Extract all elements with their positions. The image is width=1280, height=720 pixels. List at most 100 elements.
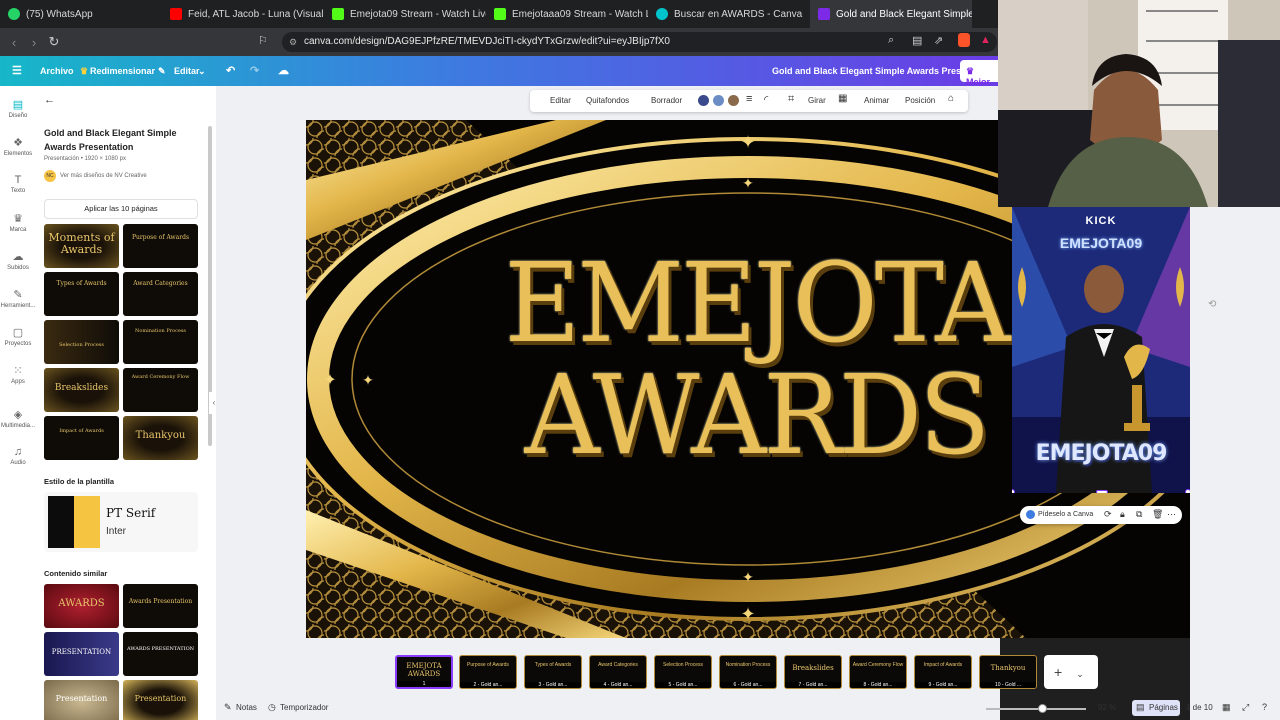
similar-thumb[interactable]: PRESENTATION [44,632,119,676]
crop-icon[interactable]: ⌗ [788,93,794,106]
replace-icon[interactable]: ⟳ [1104,509,1112,520]
template-thumb[interactable]: Selection Process [44,320,119,364]
apply-all-pages-button[interactable]: Aplicar las 10 páginas [44,199,198,219]
file-menu[interactable]: Archivo [40,66,74,76]
page-thumb[interactable]: Award Categories 4 - Gold an... [589,655,647,689]
browser-tab[interactable]: Emejotaaa09 Stream - Watch Live on [486,0,648,28]
fullscreen-icon[interactable]: ⤢ [1242,702,1249,713]
rail-item-audio[interactable]: ♫ Audio [0,446,36,466]
redo-icon[interactable]: ↷ [250,64,259,77]
template-thumb[interactable]: Breakslides [44,368,119,412]
site-info-icon[interactable]: ⚙ [289,32,297,52]
reader-icon[interactable]: ▤ [912,34,922,47]
back-icon[interactable]: ‹ [4,35,24,50]
zoom-level[interactable]: 92 % [1098,703,1116,712]
page-thumb[interactable]: Thankyou 10 - Gold ... [979,655,1037,689]
rail-item-elements[interactable]: ❖ Elementos [0,136,36,157]
rail-item-media[interactable]: ◈ Multimedia... [0,408,36,429]
lock-icon[interactable]: 🔒︎ [1120,509,1125,520]
browser-tab[interactable]: Buscar en AWARDS - Canva [648,0,810,28]
similar-thumb[interactable]: AWARDS [44,584,119,628]
selected-poster-image[interactable]: KICK EMEJOTA09 EMEJOTA09 [1012,207,1190,493]
zoom-icon[interactable]: ⌕ [888,34,894,47]
ask-canva-button[interactable]: Pídeselo a Canva [1038,511,1093,518]
browser-tab[interactable]: Feid, ATL Jacob - Luna (Visualizer) - Y [162,0,324,28]
template-thumb[interactable]: Award Categories [123,272,198,316]
color-swatch[interactable] [713,95,724,106]
rail-item-tools[interactable]: ✎ Herramient... [0,288,36,309]
rail-item-design[interactable]: ▤ Diseño [0,98,36,119]
back-arrow-icon[interactable]: ← [44,94,55,106]
color-swatch[interactable] [728,95,739,106]
edit-mode-button[interactable]: Editar [174,66,200,76]
undo-icon[interactable]: ↶ [226,64,235,77]
browser-tab[interactable]: (75) WhatsApp [0,0,162,28]
template-style-card[interactable]: PT Serif Inter [44,492,198,552]
template-thumb[interactable]: Purpose of Awards [123,224,198,268]
hamburger-icon[interactable]: ☰ [12,64,22,77]
page-thumb[interactable]: Breakslides 7 - Gold an... [784,655,842,689]
rewards-icon[interactable]: ▲ [980,34,991,46]
rail-item-projects[interactable]: ▢ Proyectos [0,326,36,347]
slide-title-line2[interactable]: AWARDS [506,357,1006,473]
page-thumb-active[interactable]: EMEJOTA AWARDS 1 [395,655,453,689]
grid-view-icon[interactable]: ▦ [1222,702,1231,713]
chevron-down-icon[interactable]: ⌄ [198,66,206,77]
bookmark-icon[interactable]: ⚐ [258,34,268,47]
timer-button[interactable]: Temporizador [280,703,328,712]
browser-tab-active[interactable]: Gold and Black Elegant Simple A✕ [810,0,972,28]
slide-title-line1[interactable]: EMEJOTA [496,245,1016,361]
duplicate-icon[interactable]: ⧉ [1136,509,1142,520]
zoom-slider-track[interactable] [986,708,1086,710]
template-thumb[interactable]: Types of Awards [44,272,119,316]
template-thumb[interactable]: Thankyou [123,416,198,460]
rotate-button[interactable]: Girar [808,96,826,105]
page-thumb[interactable]: Impact of Awards 9 - Gold an... [914,655,972,689]
browser-tab[interactable]: Emejota09 Stream - Watch Live on K [324,0,486,28]
brave-shield-icon[interactable] [958,33,970,47]
rail-item-text[interactable]: T Texto [0,174,36,194]
delete-icon[interactable]: 🗑︎ [1152,509,1163,520]
cloud-save-icon[interactable]: ☁ [278,64,289,77]
add-page-button[interactable]: + ⌄ [1044,655,1098,689]
template-thumb[interactable]: Nomination Process [123,320,198,364]
forward-icon[interactable]: › [24,35,44,50]
corner-round-icon[interactable]: ◜ [764,93,768,106]
notes-button[interactable]: Notas [236,703,257,712]
transparency-icon[interactable]: ▦ [838,93,847,104]
resize-handle[interactable] [1012,489,1015,493]
rail-item-uploads[interactable]: ☁ Subidos [0,250,36,271]
similar-thumb[interactable]: Presentation [123,680,198,720]
color-swatch[interactable] [698,95,709,106]
similar-thumb[interactable]: AWARDS PRESENTATION [123,632,198,676]
animate-button[interactable]: Animar [864,96,889,105]
template-thumb[interactable]: Impact of Awards [44,416,119,460]
edit-image-button[interactable]: Editar [550,96,571,105]
upgrade-button[interactable]: ♛ Mejor [960,60,1000,87]
similar-thumb[interactable]: Presentation [44,680,119,720]
similar-thumb[interactable]: Awards Presentation [123,584,198,628]
eraser-button[interactable]: Borrador [651,96,682,105]
border-style-icon[interactable]: ≡ [746,93,752,105]
rail-item-apps[interactable]: ⁙ Apps [0,364,36,385]
resize-handle[interactable] [1185,489,1190,493]
share-icon[interactable]: ⇗ [934,34,943,47]
refresh-icon[interactable]: ⟲ [1208,299,1216,310]
page-thumb[interactable]: Nomination Process 6 - Gold an... [719,655,777,689]
format-painter-icon[interactable]: ⌂ [948,93,954,104]
page-thumb[interactable]: Selection Process 5 - Gold an... [654,655,712,689]
page-thumb[interactable]: Types of Awards 3 - Gold an... [524,655,582,689]
resize-handle[interactable] [1096,490,1108,493]
page-thumb[interactable]: Award Ceremony Flow 8 - Gold an... [849,655,907,689]
help-icon[interactable]: ? [1262,702,1267,712]
more-options-icon[interactable]: ⋯ [1167,509,1176,520]
page-thumb[interactable]: Purpose of Awards 2 - Gold an... [459,655,517,689]
resize-button[interactable]: Redimensionar [90,66,155,76]
template-thumb[interactable]: Moments of Awards [44,224,119,268]
template-thumb[interactable]: Award Ceremony Flow [123,368,198,412]
chevron-down-icon[interactable]: ⌄ [1076,669,1084,679]
reload-icon[interactable]: ↻ [44,34,64,50]
remove-bg-button[interactable]: Quitafondos [586,96,629,105]
position-button[interactable]: Posición [905,96,935,105]
zoom-slider-thumb[interactable] [1038,704,1047,713]
